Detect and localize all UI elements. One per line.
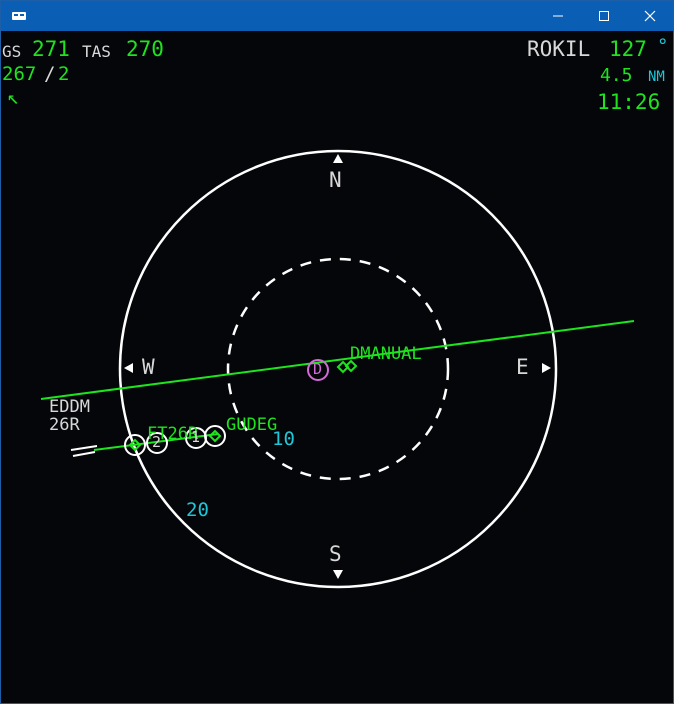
gudeg-waypoint-icon bbox=[208, 429, 222, 443]
close-button[interactable] bbox=[627, 1, 673, 31]
wind-speed: 2 bbox=[58, 63, 70, 85]
marker-1-label: 1 bbox=[191, 428, 201, 446]
nd-graphics bbox=[40, 149, 635, 589]
airport-runway: 26R bbox=[49, 415, 80, 435]
tas-label: TAS bbox=[82, 42, 111, 61]
compass-north: N bbox=[329, 168, 342, 192]
south-marker-icon bbox=[333, 570, 343, 579]
distance-unit: NM bbox=[648, 69, 665, 85]
next-waypoint-name: ROKIL bbox=[527, 37, 591, 61]
compass-east: E bbox=[516, 355, 529, 379]
north-marker-icon bbox=[333, 154, 343, 163]
wind-direction: 267 bbox=[2, 63, 37, 85]
route-line-main bbox=[40, 320, 635, 400]
title-bar[interactable] bbox=[1, 1, 673, 31]
inner-range-ring bbox=[226, 257, 450, 481]
gs-value: 271 bbox=[32, 37, 70, 61]
west-marker-icon bbox=[124, 363, 133, 373]
distance-value: 4.5 bbox=[600, 65, 633, 86]
outer-range-ring bbox=[118, 149, 558, 589]
eta-time: 11:26 bbox=[597, 90, 661, 114]
close-icon bbox=[644, 10, 656, 22]
east-marker-icon bbox=[542, 363, 551, 373]
waypoint-label-dmanual: DMANUAL bbox=[350, 344, 422, 364]
wind-arrow-icon: ↖ bbox=[7, 85, 20, 109]
airport-name: EDDM bbox=[49, 397, 90, 417]
wind-separator: / bbox=[44, 63, 56, 85]
next-waypoint-bearing: 127 bbox=[609, 37, 647, 61]
gs-label: GS bbox=[2, 42, 22, 61]
app-window: GS 271 TAS 270 267 / 2 ↖ ROKIL 127 ° 4.5… bbox=[0, 0, 674, 704]
runway-symbol bbox=[70, 445, 98, 451]
tas-value: 270 bbox=[126, 37, 164, 61]
runway-symbol-2 bbox=[72, 451, 96, 457]
maximize-icon bbox=[599, 11, 609, 21]
d-marker-label: D bbox=[313, 360, 323, 378]
waypoint-label-gudeg: GUDEG bbox=[226, 415, 278, 435]
range-label-outer: 20 bbox=[186, 499, 209, 521]
minimize-icon bbox=[553, 15, 563, 17]
compass-west: W bbox=[142, 355, 155, 379]
degree-symbol: ° bbox=[657, 35, 669, 57]
compass-south: S bbox=[329, 542, 342, 566]
minimize-button[interactable] bbox=[535, 1, 581, 31]
app-icon bbox=[12, 12, 26, 20]
maximize-button[interactable] bbox=[581, 1, 627, 31]
marker-2-label: 2 bbox=[152, 433, 162, 451]
navigation-display: GS 271 TAS 270 267 / 2 ↖ ROKIL 127 ° 4.5… bbox=[2, 32, 672, 703]
